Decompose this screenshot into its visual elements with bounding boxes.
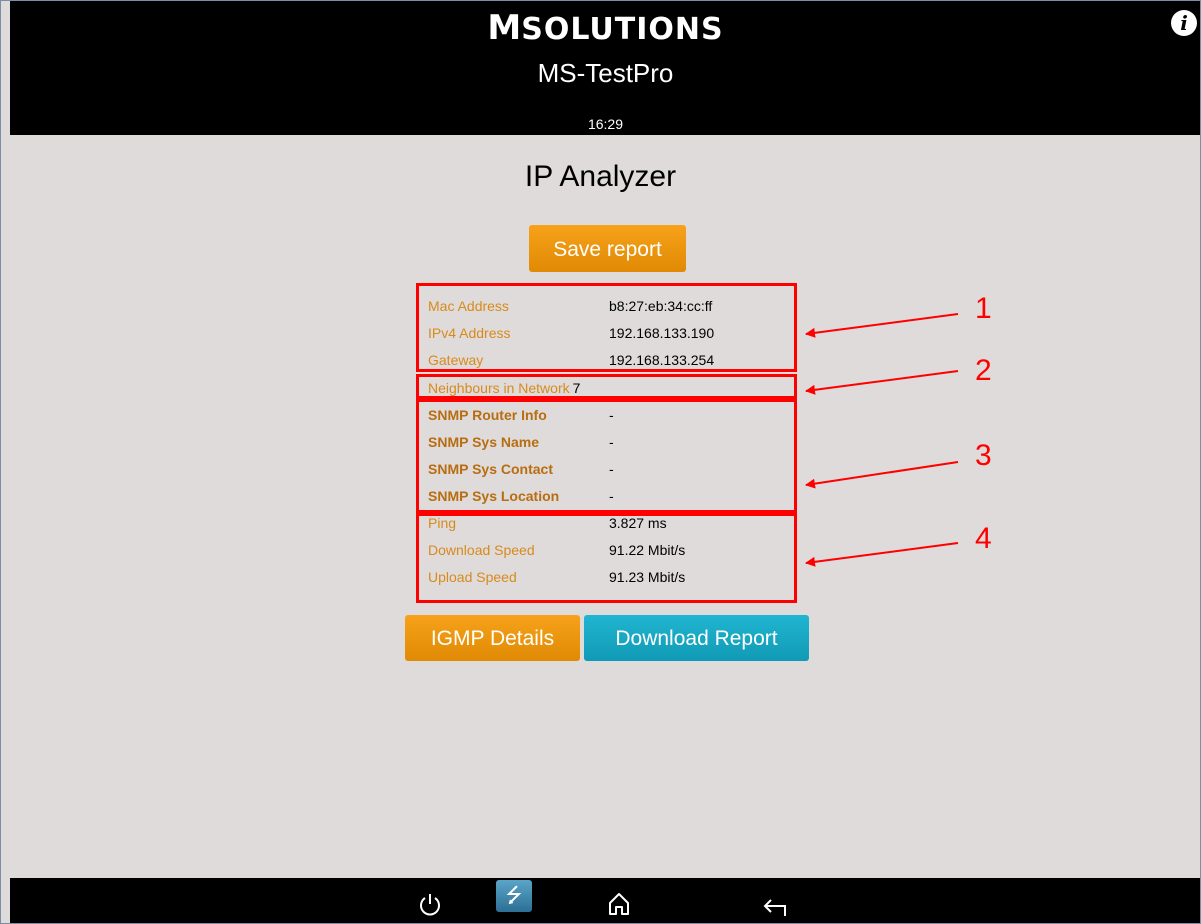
arrow-3 — [805, 461, 959, 489]
power-icon[interactable] — [418, 892, 442, 918]
annotation-arrows — [805, 313, 959, 567]
arrow-4 — [805, 542, 959, 567]
igmp-details-button[interactable]: IGMP Details — [405, 615, 580, 661]
home-icon[interactable] — [608, 892, 630, 916]
callout-2: 2 — [975, 354, 992, 387]
download-report-button[interactable]: Download Report — [584, 615, 809, 661]
callout-4: 4 — [975, 522, 992, 555]
callout-1: 1 — [975, 292, 992, 325]
back-icon[interactable] — [763, 897, 789, 917]
arrow-1 — [805, 313, 959, 338]
arrow-2 — [805, 370, 959, 395]
bottom-nav-bar — [10, 878, 1201, 924]
usb-icon[interactable]: ⭍ — [496, 880, 532, 912]
callout-3: 3 — [975, 439, 992, 472]
